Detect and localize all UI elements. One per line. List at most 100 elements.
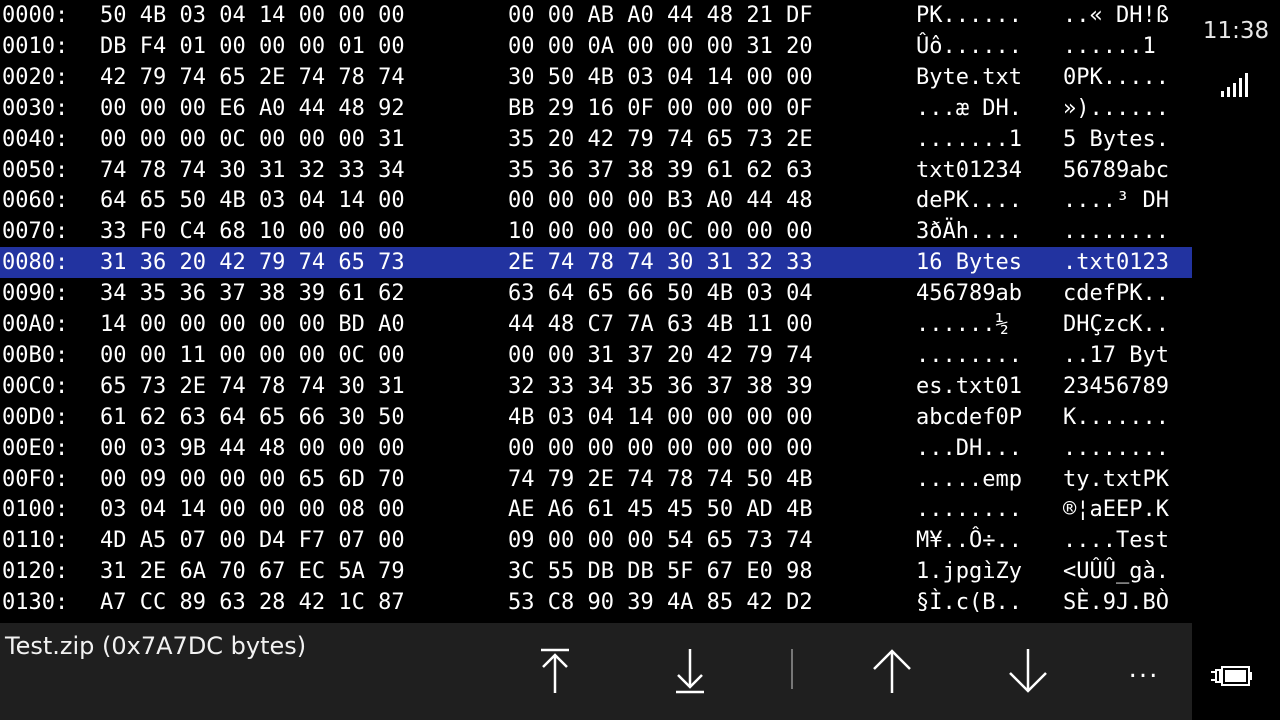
ascii-right: ....Test: [1063, 528, 1169, 554]
ascii-right: 23456789: [1063, 373, 1169, 399]
hex-row[interactable]: 00A0: 14 00 00 00 00 00 BD A0 44 48 C7 7A …: [0, 309, 1192, 340]
hex-bytes-right: 35 36 37 38 39 61 62 63: [508, 157, 813, 183]
hex-bytes-left: 31 2E 6A 70 67 EC 5A 79: [100, 559, 405, 585]
hex-bytes-left: 03 04 14 00 00 00 08 00: [100, 497, 405, 523]
ascii-left: ......½: [916, 312, 1022, 337]
hex-row[interactable]: 0100: 03 04 14 00 00 00 08 00 AE A6 61 45 …: [0, 494, 1192, 525]
hex-bytes-left: 14 00 00 00 00 00 BD A0: [100, 312, 405, 337]
ascii-right: cdefPK..: [1063, 281, 1169, 307]
ascii-left: .......1: [916, 126, 1022, 152]
battery-charging-icon: [1211, 666, 1252, 686]
ascii-right: ........: [1063, 435, 1169, 461]
offset: 0060:: [2, 188, 69, 214]
ascii-left: dePK....: [916, 188, 1022, 214]
hex-bytes-right: 4B 03 04 14 00 00 00 00: [508, 404, 813, 430]
ascii-left: ........: [916, 342, 1022, 368]
hex-bytes-right: 00 00 0A 00 00 00 31 20: [508, 33, 813, 59]
page-up-button[interactable]: [862, 641, 922, 701]
scroll-to-top-button[interactable]: [525, 641, 585, 701]
hex-bytes-left: 00 00 11 00 00 00 0C 00: [100, 342, 405, 368]
ascii-left: .....emp: [916, 466, 1022, 492]
offset: 0010:: [2, 33, 69, 59]
hex-row[interactable]: 0050: 74 78 74 30 31 32 33 34 35 36 37 38 …: [0, 155, 1192, 186]
file-title: Test.zip (0x7A7DC bytes): [5, 632, 307, 660]
hex-row[interactable]: 0000: 50 4B 03 04 14 00 00 00 00 00 AB A0 …: [0, 0, 1192, 31]
hex-bytes-right: 35 20 42 79 74 65 73 2E: [508, 126, 813, 152]
page-up-icon: [873, 649, 911, 693]
hex-row[interactable]: 0010: DB F4 01 00 00 00 01 00 00 00 0A 00 …: [0, 31, 1192, 62]
hex-bytes-left: 64 65 50 4B 03 04 14 00: [100, 188, 405, 214]
hex-bytes-left: 34 35 36 37 38 39 61 62: [100, 281, 405, 307]
ascii-right: .txt0123: [1063, 250, 1169, 276]
ascii-left: abcdef0P: [916, 404, 1022, 430]
offset: 0080:: [2, 250, 69, 276]
offset: 0110:: [2, 528, 69, 554]
hex-row[interactable]: 00C0: 65 73 2E 74 78 74 30 31 32 33 34 35 …: [0, 371, 1192, 402]
hex-row[interactable]: 00F0: 00 09 00 00 00 65 6D 70 74 79 2E 74 …: [0, 464, 1192, 495]
hex-bytes-right: 44 48 C7 7A 63 4B 11 00: [508, 312, 813, 337]
hex-row[interactable]: 0030: 00 00 00 E6 A0 44 48 92 BB 29 16 0F …: [0, 93, 1192, 124]
offset: 00C0:: [2, 373, 69, 399]
ascii-right: ..17 Byt: [1063, 342, 1169, 368]
offset: 0020:: [2, 64, 69, 90]
hex-row[interactable]: 0070: 33 F0 C4 68 10 00 00 00 10 00 00 00 …: [0, 216, 1192, 247]
scroll-to-top-icon: [541, 648, 569, 693]
hex-bytes-left: 00 00 00 0C 00 00 00 31: [100, 126, 405, 152]
scroll-to-bottom-icon: [676, 649, 704, 694]
ascii-left: es.txt01: [916, 373, 1022, 399]
offset: 00A0:: [2, 312, 69, 337]
hex-row-selected[interactable]: 0080: 31 36 20 42 79 74 65 73 2E 74 78 74 …: [0, 247, 1192, 279]
hex-row[interactable]: 00B0: 00 00 11 00 00 00 0C 00 00 00 31 37 …: [0, 340, 1192, 371]
hex-row[interactable]: 0110: 4D A5 07 00 D4 F7 07 00 09 00 00 00 …: [0, 525, 1192, 556]
hex-bytes-right: 32 33 34 35 36 37 38 39: [508, 373, 813, 399]
ascii-left: 456789ab: [916, 281, 1022, 307]
ascii-right: »)......: [1063, 95, 1169, 121]
hex-bytes-right: 63 64 65 66 50 4B 03 04: [508, 281, 813, 307]
hex-bytes-right: 3C 55 DB DB 5F 67 E0 98: [508, 559, 813, 585]
hex-bytes-left: 31 36 20 42 79 74 65 73: [100, 250, 405, 276]
hex-row[interactable]: 0090: 34 35 36 37 38 39 61 62 63 64 65 66 …: [0, 278, 1192, 309]
more-icon: ...: [1128, 654, 1160, 684]
offset: 0050:: [2, 157, 69, 183]
hex-bytes-left: 50 4B 03 04 14 00 00 00: [100, 3, 405, 28]
offset: 00D0:: [2, 404, 69, 430]
hex-row[interactable]: 0040: 00 00 00 0C 00 00 00 31 35 20 42 79 …: [0, 124, 1192, 155]
hex-bytes-right: AE A6 61 45 45 50 AD 4B: [508, 497, 813, 523]
hex-row[interactable]: 0020: 42 79 74 65 2E 74 78 74 30 50 4B 03 …: [0, 62, 1192, 93]
offset: 00F0:: [2, 466, 69, 492]
hex-bytes-right: 30 50 4B 03 04 14 00 00: [508, 64, 813, 90]
clock: 11:38: [1202, 18, 1270, 44]
hex-view[interactable]: 0000: 50 4B 03 04 14 00 00 00 00 00 AB A0 …: [0, 0, 1192, 623]
ascii-right: 56789abc: [1063, 157, 1169, 183]
hex-row[interactable]: 00D0: 61 62 63 64 65 66 30 50 4B 03 04 14 …: [0, 402, 1192, 433]
app-bar-separator: [791, 649, 793, 689]
hex-bytes-right: 09 00 00 00 54 65 73 74: [508, 528, 813, 554]
ascii-right: 0PK.....: [1063, 64, 1169, 90]
ascii-right: DHÇzcK..: [1063, 312, 1169, 337]
ascii-left: §Ì.c(B..: [916, 590, 1022, 616]
hex-bytes-right: BB 29 16 0F 00 00 00 0F: [508, 95, 813, 121]
hex-row[interactable]: 0060: 64 65 50 4B 03 04 14 00 00 00 00 00 …: [0, 185, 1192, 216]
ascii-right: ....³ DH: [1063, 188, 1169, 214]
ascii-right: ......1: [1063, 33, 1169, 59]
more-options-button[interactable]: ...: [1114, 649, 1174, 689]
hex-row[interactable]: 0130: A7 CC 89 63 28 42 1C 87 53 C8 90 39 …: [0, 587, 1192, 618]
hex-row[interactable]: 0120: 31 2E 6A 70 67 EC 5A 79 3C 55 DB DB …: [0, 556, 1192, 587]
hex-bytes-left: 33 F0 C4 68 10 00 00 00: [100, 219, 405, 245]
offset: 0040:: [2, 126, 69, 152]
ascii-left: txt01234: [916, 157, 1022, 183]
ascii-left: Byte.txt: [916, 64, 1022, 90]
hex-bytes-left: 00 03 9B 44 48 00 00 00: [100, 435, 405, 461]
signal-strength-icon: [1221, 73, 1248, 97]
offset: 00E0:: [2, 435, 69, 461]
scroll-to-bottom-button[interactable]: [660, 641, 720, 701]
ascii-left: ...æ DH.: [916, 95, 1022, 121]
offset: 0000:: [2, 3, 69, 28]
ascii-left: ........: [916, 497, 1022, 523]
offset: 0030:: [2, 95, 69, 121]
hex-row[interactable]: 00E0: 00 03 9B 44 48 00 00 00 00 00 00 00 …: [0, 433, 1192, 464]
hex-bytes-right: 00 00 31 37 20 42 79 74: [508, 342, 813, 368]
ascii-left: PK......: [916, 3, 1022, 28]
page-down-button[interactable]: [998, 641, 1058, 701]
hex-bytes-right: 00 00 AB A0 44 48 21 DF: [508, 3, 813, 28]
